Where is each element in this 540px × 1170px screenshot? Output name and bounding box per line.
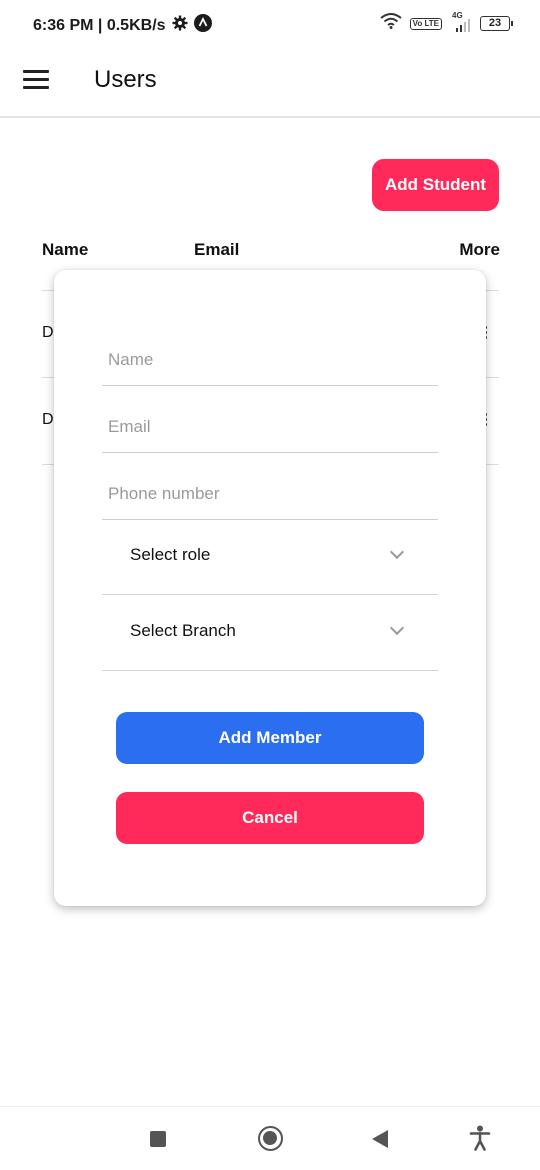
home-circle-icon[interactable] — [258, 1126, 283, 1151]
role-select-label: Select role — [130, 545, 211, 564]
table-header: Name Email More — [42, 240, 500, 264]
gear-icon — [172, 15, 188, 36]
column-header-email: Email — [194, 240, 240, 259]
wifi-icon — [380, 13, 402, 34]
status-left: 6:36 PM | 0.5KB/s — [33, 14, 212, 37]
column-header-more: More — [459, 240, 500, 259]
phone-input[interactable] — [102, 469, 438, 519]
status-time-speed: 6:36 PM | 0.5KB/s — [33, 16, 166, 34]
status-right: Vo LTE 4G 23 — [380, 11, 513, 34]
accessibility-icon[interactable] — [469, 1125, 491, 1151]
branch-select-label: Select Branch — [130, 621, 236, 640]
branch-select[interactable]: Select Branch — [102, 595, 438, 671]
role-select[interactable]: Select role — [102, 519, 438, 595]
screen: 6:36 PM | 0.5KB/s Vo LTE 4G 23 Users Add… — [0, 0, 540, 1170]
volte-badge: Vo LTE — [409, 17, 442, 30]
name-field — [102, 335, 438, 386]
menu-icon[interactable] — [22, 67, 50, 93]
chevron-down-icon — [389, 544, 405, 560]
square-icon[interactable] — [150, 1131, 166, 1147]
status-bar: 6:36 PM | 0.5KB/s Vo LTE 4G 23 — [0, 0, 540, 50]
email-field — [102, 402, 438, 453]
back-triangle-icon[interactable] — [372, 1130, 388, 1148]
chevron-down-icon — [389, 620, 405, 636]
add-member-button[interactable]: Add Member — [116, 712, 424, 764]
battery-icon: 23 — [480, 16, 513, 31]
signal-icon: 4G — [450, 11, 472, 32]
app-bar: Users — [0, 50, 540, 118]
add-member-modal: Select role Select Branch Add Member Can… — [54, 270, 486, 906]
email-input[interactable] — [102, 402, 438, 452]
table-row-name[interactable]: D — [42, 411, 54, 429]
cancel-button[interactable]: Cancel — [116, 792, 424, 844]
table-row-name[interactable]: D — [42, 324, 54, 342]
page-title: Users — [94, 66, 157, 93]
name-input[interactable] — [102, 335, 438, 385]
app-notification-icon — [193, 14, 212, 37]
column-header-name: Name — [42, 240, 89, 259]
add-student-button[interactable]: Add Student — [372, 159, 499, 211]
system-nav-bar — [0, 1106, 540, 1170]
phone-field — [102, 469, 438, 520]
